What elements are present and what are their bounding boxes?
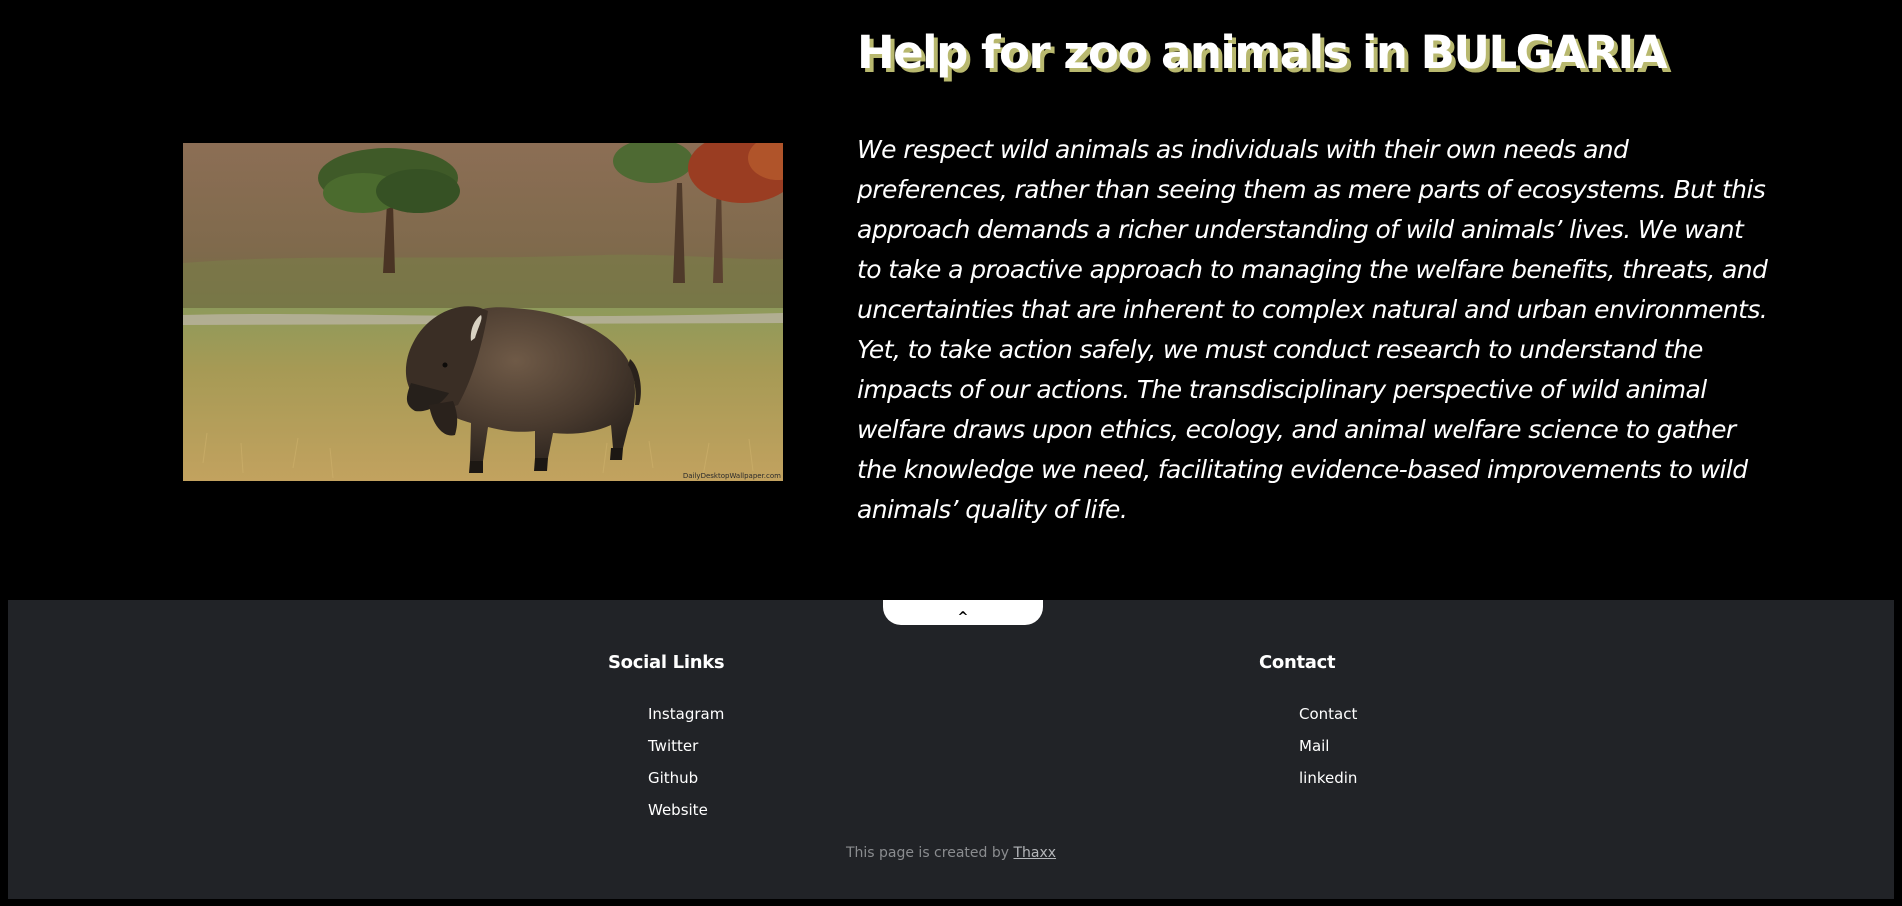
social-links-heading: Social Links [608, 652, 725, 673]
credit-prefix: This page is created by [845, 845, 1014, 861]
hero-section: DailyDesktopWallpaper.com Help for zoo a… [0, 0, 1902, 600]
image-watermark: DailyDesktopWallpaper.com [682, 472, 781, 480]
bison-image: DailyDesktopWallpaper.com [183, 143, 783, 481]
github-link[interactable]: Github [648, 769, 698, 787]
social-link-item: Instagram [648, 704, 724, 736]
mail-link[interactable]: Mail [1299, 737, 1329, 755]
social-link-item: Twitter [648, 736, 724, 768]
instagram-link[interactable]: Instagram [648, 705, 724, 723]
contact-heading: Contact [1259, 652, 1336, 673]
social-link-item: Website [648, 800, 724, 832]
contact-link-item: Contact [1299, 704, 1357, 736]
website-link[interactable]: Website [648, 801, 708, 819]
back-to-top-button[interactable]: ^ [883, 600, 1043, 625]
contact-link-item: Mail [1299, 736, 1357, 768]
linkedin-link[interactable]: linkedin [1299, 769, 1357, 787]
page-title: Help for zoo animals in BULGARIA [857, 26, 1668, 79]
contact-link-item: linkedin [1299, 768, 1357, 800]
page-credit: This page is created by Thaxx [8, 845, 1894, 861]
social-link-item: Github [648, 768, 724, 800]
social-links-list: Instagram Twitter Github Website [648, 704, 724, 832]
author-link[interactable]: Thaxx [1013, 845, 1056, 861]
contact-link[interactable]: Contact [1299, 705, 1357, 723]
page: DailyDesktopWallpaper.com Help for zoo a… [0, 0, 1902, 906]
twitter-link[interactable]: Twitter [648, 737, 698, 755]
footer: ^ Social Links Instagram Twitter Github … [8, 600, 1894, 899]
back-to-top-caret: ^ [957, 610, 969, 625]
intro-paragraph: We respect wild animals as individuals w… [857, 135, 1768, 524]
contact-links-list: Contact Mail linkedin [1299, 704, 1357, 800]
